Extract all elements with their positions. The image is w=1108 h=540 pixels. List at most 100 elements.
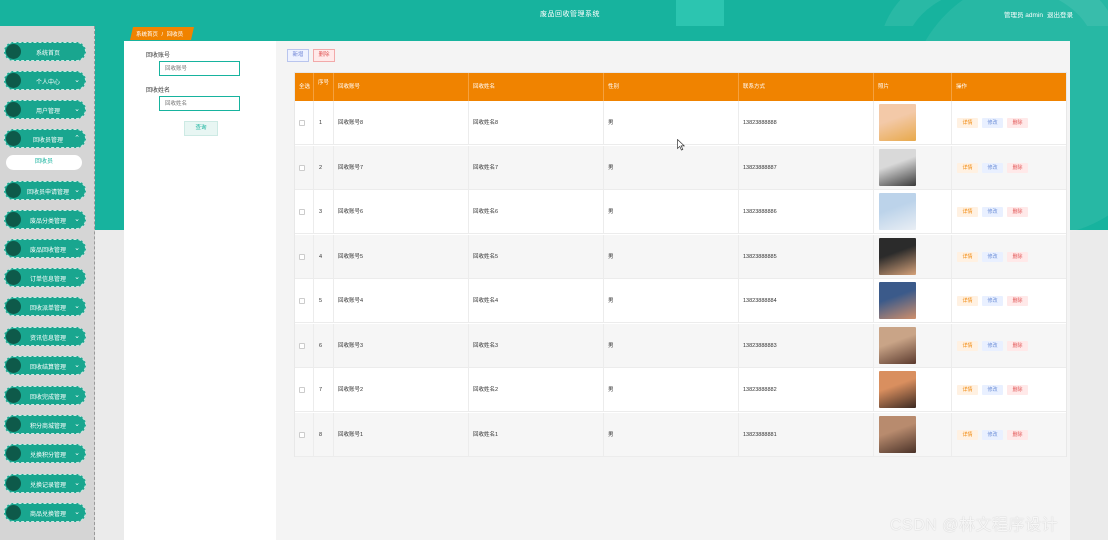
sidebar-item[interactable]: 积分商城管理 ⌄ — [4, 415, 86, 434]
detail-button[interactable]: 详情 — [957, 429, 978, 440]
remove-button[interactable]: 删除 — [1007, 207, 1028, 217]
select-cell — [295, 412, 314, 457]
cell-gender: 男 — [604, 323, 739, 368]
sidebar: 系统首页 个人中心 ⌄ 用户管理 ⌄ 回收员管理 ⌃ 回收员申请管理 ⌄ 废品分类管理 ⌄ 废品回收管… — [0, 26, 95, 540]
name-label: 回收姓名 — [146, 88, 171, 94]
sidebar-item[interactable]: 资讯信息管理 ⌄ — [4, 327, 86, 346]
remove-button[interactable]: 删除 — [1007, 385, 1028, 395]
cell-account: 回收账号8 — [334, 101, 469, 145]
sidebar-item[interactable]: 兑换记录管理 ⌄ — [4, 474, 86, 493]
remove-button[interactable]: 删除 — [1007, 429, 1028, 440]
sidebar-item[interactable]: 回收员申请管理 ⌄ — [4, 181, 86, 200]
remove-button[interactable]: 删除 — [1007, 296, 1028, 306]
detail-button[interactable]: 详情 — [957, 296, 978, 306]
avatar-photo[interactable] — [879, 104, 916, 141]
add-button[interactable]: 新增 — [287, 49, 309, 62]
edit-button[interactable]: 修改 — [982, 207, 1003, 217]
sidebar-item-label: 用户管理 — [35, 109, 60, 115]
cell-phone: 13823888881 — [739, 412, 874, 457]
menu-dot-icon — [6, 73, 21, 88]
cell-gender: 男 — [604, 101, 739, 145]
sidebar-item-label: 系统首页 — [35, 51, 60, 57]
sidebar-item-label: 废品回收管理 — [29, 248, 66, 254]
sidebar-item[interactable]: 废品回收管理 ⌄ — [4, 239, 86, 258]
sidebar-item[interactable]: 个人中心 ⌄ — [4, 71, 86, 90]
remove-button[interactable]: 删除 — [1007, 340, 1028, 351]
avatar-photo[interactable] — [879, 237, 916, 275]
sidebar-item[interactable]: 回收结算管理 ⌄ — [4, 356, 86, 375]
sidebar-subitem-recycler[interactable]: 回收员 — [6, 155, 82, 170]
cell-photo — [874, 368, 952, 412]
avatar-photo[interactable] — [879, 148, 916, 186]
chevron-down-icon: ⌄ — [74, 216, 80, 223]
breadcrumb: 系统首页 / 回收员 — [130, 27, 194, 40]
select-cell — [295, 323, 314, 368]
detail-button[interactable]: 详情 — [957, 207, 978, 217]
account-input[interactable] — [159, 61, 240, 76]
detail-button[interactable]: 详情 — [957, 118, 978, 128]
edit-button[interactable]: 修改 — [982, 340, 1003, 351]
cell-index: 5 — [314, 279, 334, 323]
sidebar-item-label: 个人中心 — [35, 80, 60, 86]
cell-actions: 详情 修改 删除 — [952, 413, 1066, 457]
cell-index: 8 — [314, 412, 334, 457]
row-checkbox[interactable] — [299, 164, 305, 171]
sidebar-item-label: 兑换记录管理 — [29, 483, 66, 489]
sidebar-item[interactable]: 兑换积分管理 ⌄ — [4, 444, 86, 463]
sidebar-item[interactable]: 回收员管理 ⌃ — [4, 129, 86, 148]
sidebar-item-label: 商品兑换管理 — [29, 512, 66, 518]
cell-phone: 13823888884 — [739, 279, 874, 323]
cell-photo — [874, 279, 952, 323]
edit-button[interactable]: 修改 — [982, 296, 1003, 306]
row-checkbox[interactable] — [299, 431, 305, 438]
name-input[interactable] — [159, 96, 240, 111]
sidebar-item-label: 回收员管理 — [32, 138, 63, 144]
chevron-down-icon: ⌄ — [74, 245, 80, 252]
cell-phone: 13823888885 — [739, 234, 874, 279]
remove-button[interactable]: 删除 — [1007, 251, 1028, 262]
sidebar-item[interactable]: 系统首页 — [4, 42, 86, 61]
remove-button[interactable]: 删除 — [1007, 118, 1028, 128]
avatar-photo[interactable] — [879, 326, 916, 364]
edit-button[interactable]: 修改 — [982, 385, 1003, 395]
header-gender: 性别 — [604, 73, 739, 101]
sidebar-item[interactable]: 用户管理 ⌄ — [4, 100, 86, 119]
avatar-photo[interactable] — [879, 193, 916, 230]
sidebar-item[interactable]: 废品分类管理 ⌄ — [4, 210, 86, 229]
batch-delete-button[interactable]: 删除 — [313, 49, 335, 62]
sidebar-item[interactable]: 订单信息管理 ⌄ — [4, 268, 86, 287]
header-index: 序号 — [314, 73, 334, 101]
row-checkbox[interactable] — [299, 298, 305, 304]
header-actions: 操作 — [956, 84, 968, 90]
cell-account: 回收账号3 — [334, 323, 469, 368]
search-panel: 回收账号 回收姓名 查询 — [124, 41, 276, 540]
sidebar-item[interactable]: 回收完成管理 ⌄ — [4, 386, 86, 405]
breadcrumb-home[interactable]: 系统首页 — [136, 32, 158, 38]
row-checkbox[interactable] — [299, 387, 305, 393]
header-select[interactable]: 全选 — [295, 73, 314, 101]
row-checkbox[interactable] — [299, 209, 305, 215]
remove-button[interactable]: 删除 — [1007, 162, 1028, 173]
edit-button[interactable]: 修改 — [982, 118, 1003, 128]
edit-button[interactable]: 修改 — [982, 251, 1003, 262]
search-button[interactable]: 查询 — [184, 121, 218, 136]
cell-gender: 男 — [604, 368, 739, 412]
edit-button[interactable]: 修改 — [982, 162, 1003, 173]
chevron-down-icon: ⌄ — [74, 362, 80, 369]
avatar-photo[interactable] — [879, 282, 916, 319]
menu-dot-icon — [6, 183, 21, 198]
detail-button[interactable]: 详情 — [957, 340, 978, 351]
chevron-down-icon: ⌄ — [74, 509, 80, 516]
row-checkbox[interactable] — [299, 120, 305, 126]
row-checkbox[interactable] — [299, 342, 305, 349]
row-checkbox[interactable] — [299, 253, 305, 260]
sidebar-item[interactable]: 商品兑换管理 ⌄ — [4, 503, 86, 522]
detail-button[interactable]: 详情 — [957, 162, 978, 173]
detail-button[interactable]: 详情 — [957, 385, 978, 395]
edit-button[interactable]: 修改 — [982, 429, 1003, 440]
avatar-photo[interactable] — [879, 415, 916, 453]
detail-button[interactable]: 详情 — [957, 251, 978, 262]
menu-dot-icon — [6, 102, 21, 117]
avatar-photo[interactable] — [879, 371, 916, 408]
sidebar-item[interactable]: 回收派单管理 ⌄ — [4, 297, 86, 316]
